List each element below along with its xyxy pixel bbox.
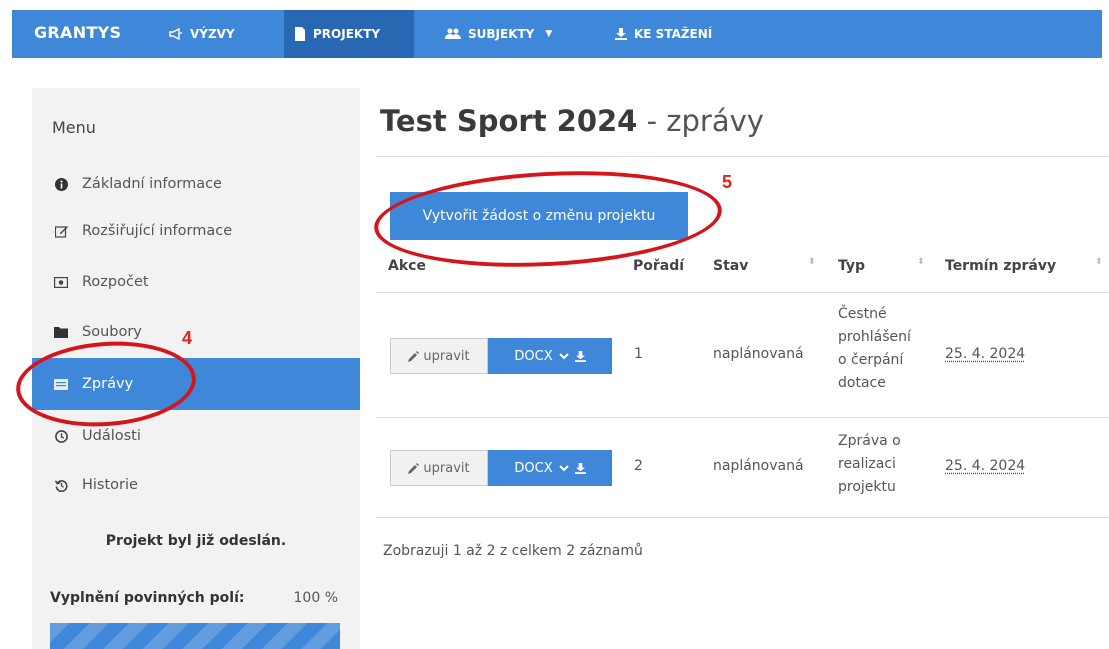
row-date: 25. 4. 2024 — [945, 458, 1026, 474]
fill-progress-bar — [50, 623, 340, 649]
table-header-divider — [376, 292, 1109, 293]
sidebar-item-label: Rozšiřující informace — [82, 223, 233, 239]
row-type: Zpráva o realizaci projektu — [838, 430, 920, 499]
nav-ke-stazeni[interactable]: KE STAŽENÍ — [605, 10, 745, 58]
sort-icon[interactable]: ⬍ — [808, 257, 816, 267]
chevron-down-icon — [558, 352, 569, 359]
table-info: Zobrazuji 1 až 2 z celkem 2 záznamů — [383, 543, 643, 559]
sidebar-item-label: Soubory — [82, 324, 142, 340]
history-icon — [54, 478, 68, 492]
bullhorn-icon — [169, 28, 182, 40]
edit-button[interactable]: upravit — [390, 450, 488, 486]
brand-logo[interactable]: GRANTYS — [34, 23, 121, 42]
docx-download-button[interactable]: DOCX — [488, 338, 612, 374]
clock-icon — [54, 429, 68, 443]
nav-vyzvy-label: VÝZVY — [190, 27, 235, 41]
docx-download-button[interactable]: DOCX — [488, 450, 612, 486]
sidebar-title: Menu — [52, 118, 96, 137]
nav-subjekty[interactable]: SUBJEKTY ▼ — [435, 10, 595, 58]
row-type-line: prohlášení — [838, 329, 911, 345]
sidebar-item-rozpocet[interactable]: Rozpočet — [32, 256, 360, 308]
chevron-down-icon: ▼ — [545, 29, 553, 39]
sort-icon[interactable]: ⬍ — [917, 257, 925, 267]
money-icon — [54, 275, 68, 289]
nav-vyzvy[interactable]: VÝZVY — [159, 10, 269, 58]
nav-ke-stazeni-label: KE STAŽENÍ — [634, 27, 713, 41]
project-name: Test Sport 2024 — [380, 104, 638, 138]
sidebar-item-zakladni-informace[interactable]: Základní informace — [32, 158, 360, 210]
fill-progress-label: Vyplnění povinných polí: — [50, 590, 245, 606]
row-state: naplánovaná — [713, 458, 804, 474]
row-type-line: dotace — [838, 375, 886, 391]
edit-button-label: upravit — [423, 348, 470, 364]
project-status-text: Projekt byl již odeslán. — [105, 533, 287, 549]
annotation-marker-5: 5 — [722, 172, 733, 192]
fill-progress-value: 100 % — [293, 590, 338, 606]
page-subtitle: - zprávy — [637, 104, 764, 138]
table-row-divider — [376, 517, 1109, 518]
edit-button[interactable]: upravit — [390, 338, 488, 374]
sidebar-item-label: Rozpočet — [82, 274, 149, 290]
nav-projekty[interactable]: PROJEKTY — [284, 10, 414, 58]
table-row-divider — [376, 417, 1109, 418]
edit-icon — [54, 224, 68, 238]
row-type: Čestné prohlášení o čerpání dotace — [838, 303, 920, 395]
sidebar-item-label: Základní informace — [82, 176, 222, 192]
nav-projekty-label: PROJEKTY — [313, 27, 381, 41]
pencil-icon — [408, 462, 420, 474]
edit-button-label: upravit — [423, 460, 470, 476]
row-type-line: Čestné — [838, 306, 887, 322]
sidebar-item-rozsirujici-informace[interactable]: Rozšiřující informace — [32, 205, 360, 257]
folder-icon — [54, 325, 68, 339]
sidebar-item-label: Události — [82, 428, 141, 444]
document-icon — [295, 27, 305, 41]
column-header-termin[interactable]: Termín zprávy — [945, 258, 1056, 274]
row-type-line: projektu — [838, 479, 896, 495]
docx-button-label: DOCX — [514, 460, 553, 476]
nav-subjekty-label: SUBJEKTY — [468, 27, 535, 41]
top-navbar: GRANTYS VÝZVY PROJEKTY SUBJEKTY ▼ KE STA… — [12, 10, 1102, 58]
users-icon — [445, 28, 461, 39]
page-title: Test Sport 2024 - zprávy — [380, 104, 764, 138]
title-divider — [376, 156, 1109, 157]
row-order: 2 — [634, 458, 643, 474]
row-type-line: Zpráva o — [838, 433, 901, 449]
download-icon — [574, 462, 586, 474]
docx-button-label: DOCX — [514, 348, 553, 364]
sidebar-item-label: Historie — [82, 477, 138, 493]
row-state: naplánovaná — [713, 346, 804, 362]
column-header-typ[interactable]: Typ — [838, 258, 865, 274]
column-header-akce: Akce — [388, 258, 426, 274]
chevron-down-icon — [558, 464, 569, 471]
row-type-line: o čerpání — [838, 352, 904, 368]
fill-progress-bar-fill — [50, 623, 340, 649]
sidebar-item-historie[interactable]: Historie — [32, 459, 360, 511]
row-type-line: realizaci — [838, 456, 896, 472]
column-header-poradi[interactable]: Pořadí — [633, 258, 684, 274]
row-order: 1 — [634, 346, 643, 362]
sort-icon[interactable]: ⬍ — [1095, 257, 1103, 267]
column-header-stav[interactable]: Stav — [713, 258, 748, 274]
annotation-marker-4: 4 — [182, 328, 193, 348]
pencil-icon — [408, 350, 420, 362]
download-icon — [615, 28, 627, 40]
info-icon — [54, 177, 68, 191]
row-date: 25. 4. 2024 — [945, 346, 1026, 362]
download-icon — [574, 350, 586, 362]
